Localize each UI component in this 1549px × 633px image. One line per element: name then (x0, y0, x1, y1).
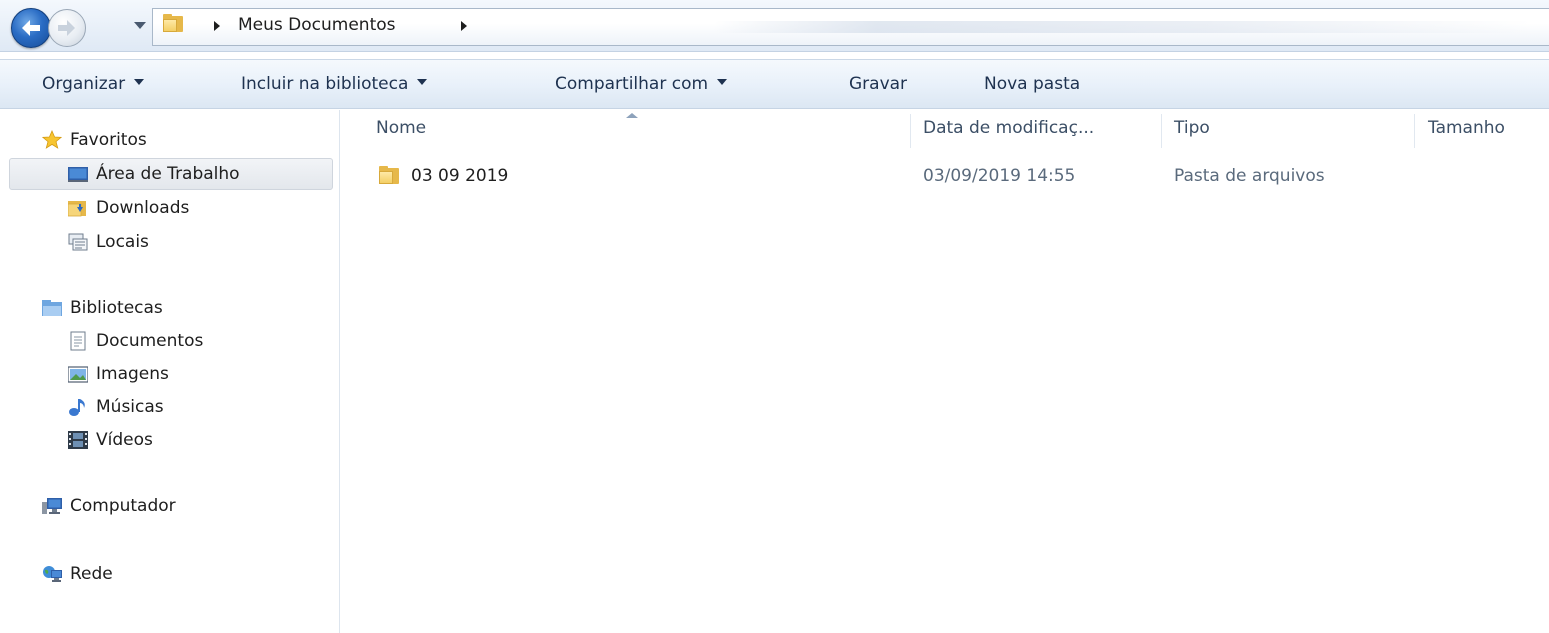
new-folder-label: Nova pasta (984, 74, 1081, 94)
nav-favorites-label: Favoritos (70, 130, 147, 150)
nav-item-desktop[interactable]: Área de Trabalho (68, 159, 240, 189)
breadcrumb-chevron-icon[interactable] (214, 21, 220, 31)
burn-button[interactable]: Gravar (849, 74, 907, 94)
nav-item-musicas[interactable]: Músicas (68, 392, 164, 422)
organize-label: Organizar (42, 74, 126, 94)
document-icon (70, 331, 86, 351)
nav-libraries[interactable]: Bibliotecas (42, 293, 163, 323)
organize-menu[interactable]: Organizar (42, 74, 145, 94)
column-divider[interactable] (1414, 114, 1415, 148)
nav-network[interactable]: Rede (42, 559, 113, 589)
share-with-label: Compartilhar com (555, 74, 709, 94)
computer-icon (42, 498, 62, 514)
column-header-name[interactable]: Nome (376, 118, 426, 138)
music-note-icon (69, 399, 85, 416)
dropdown-caret-icon (417, 79, 428, 85)
command-bar: Organizar Incluir na biblioteca Comparti… (0, 59, 1549, 109)
dropdown-caret-icon (717, 79, 728, 85)
folder-icon (379, 166, 399, 184)
breadcrumb-meus-documentos[interactable]: Meus Documentos (238, 15, 396, 35)
file-name: 03 09 2019 (411, 166, 509, 186)
forward-arrow-icon (58, 20, 75, 36)
nav-item-documentos[interactable]: Documentos (68, 326, 203, 356)
address-blur (713, 21, 1533, 33)
downloads-folder-icon (68, 201, 86, 217)
column-divider[interactable] (910, 114, 911, 148)
column-header-type[interactable]: Tipo (1174, 118, 1210, 138)
include-library-label: Incluir na biblioteca (241, 74, 409, 94)
network-icon (43, 566, 62, 582)
breadcrumb-chevron-icon[interactable] (461, 21, 467, 31)
column-header-size[interactable]: Tamanho (1428, 118, 1505, 138)
nav-computer[interactable]: Computador (42, 491, 176, 521)
forward-button[interactable] (48, 9, 86, 47)
back-arrow-icon (22, 20, 40, 36)
nav-item-imagens[interactable]: Imagens (68, 359, 169, 389)
back-button[interactable] (11, 8, 51, 48)
nav-item-label: Documentos (96, 331, 204, 351)
nav-libraries-label: Bibliotecas (70, 298, 163, 318)
column-header-date[interactable]: Data de modificaç... (923, 118, 1094, 138)
video-icon (68, 431, 88, 449)
share-with-menu[interactable]: Compartilhar com (555, 74, 728, 94)
file-row[interactable]: 03 09 2019 03/09/2019 14:55 Pasta de arq… (341, 158, 1549, 192)
recent-places-icon (68, 233, 88, 251)
folder-icon (163, 14, 183, 32)
nav-item-videos[interactable]: Vídeos (68, 425, 153, 455)
navigation-pane: Favoritos Área de Trabalho Downloads Loc… (0, 110, 340, 633)
pictures-icon (68, 366, 88, 383)
burn-label: Gravar (849, 74, 908, 94)
file-type: Pasta de arquivos (1174, 166, 1325, 186)
address-bar: Meus Documentos (0, 0, 1549, 52)
nav-favorites[interactable]: Favoritos (42, 125, 147, 155)
desktop-icon (68, 167, 88, 182)
dropdown-caret-icon (134, 79, 145, 85)
nav-item-label: Locais (96, 232, 149, 252)
libraries-icon (42, 300, 62, 316)
nav-item-label: Downloads (96, 198, 190, 218)
include-library-menu[interactable]: Incluir na biblioteca (241, 74, 428, 94)
nav-network-label: Rede (70, 564, 113, 584)
new-folder-button[interactable]: Nova pasta (984, 74, 1080, 94)
nav-computer-label: Computador (70, 496, 176, 516)
column-divider[interactable] (1161, 114, 1162, 148)
nav-item-label: Músicas (96, 397, 164, 417)
star-icon (42, 130, 62, 149)
nav-item-locais[interactable]: Locais (68, 227, 149, 257)
nav-item-label: Vídeos (96, 430, 153, 450)
recent-pages-dropdown[interactable] (134, 22, 146, 29)
nav-item-label: Área de Trabalho (96, 164, 240, 184)
sort-ascending-icon (626, 113, 638, 118)
file-list: Nome Data de modificaç... Tipo Tamanho 0… (341, 110, 1549, 633)
nav-item-label: Imagens (96, 364, 169, 384)
file-date: 03/09/2019 14:55 (923, 166, 1076, 186)
nav-item-downloads[interactable]: Downloads (68, 193, 189, 223)
